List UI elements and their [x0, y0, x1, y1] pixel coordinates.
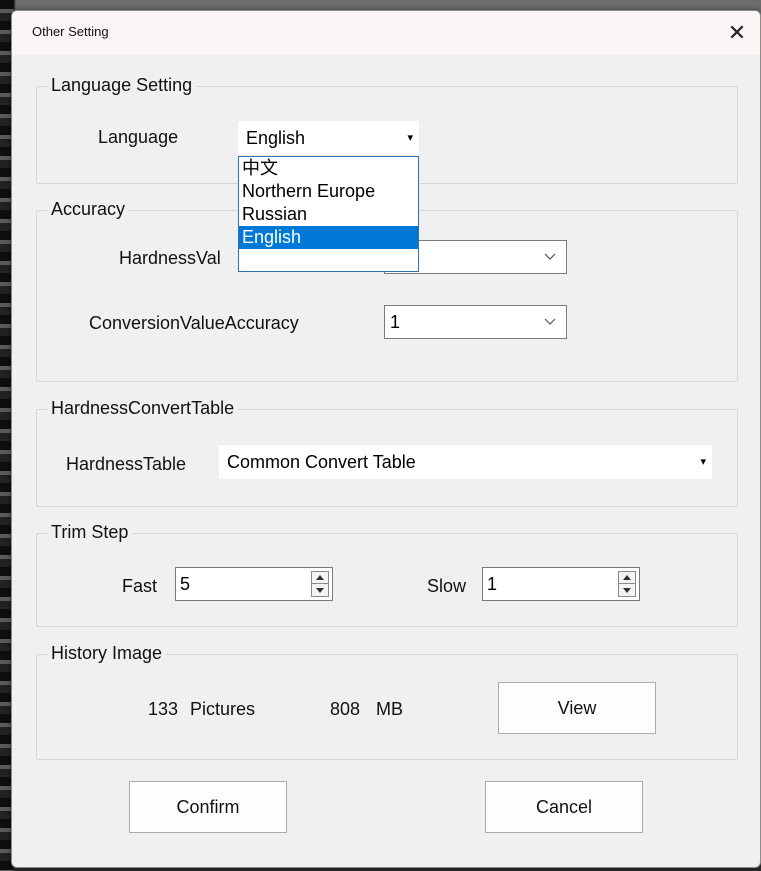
fast-step-spin-buttons	[311, 571, 329, 597]
title-bar: Other Setting ✕	[12, 11, 760, 55]
fast-label: Fast	[122, 576, 158, 596]
group-title-history-image: History Image	[47, 641, 167, 665]
slow-step-spinner[interactable]: 1	[482, 567, 640, 601]
slow-step-spin-buttons	[618, 571, 636, 597]
cancel-button[interactable]: Cancel	[485, 781, 643, 833]
language-option-northern-europe[interactable]: Northern Europe	[239, 180, 418, 203]
slow-label: Slow	[427, 576, 467, 596]
chevron-down-icon: ▾	[407, 132, 413, 144]
pictures-label: Pictures	[190, 699, 256, 719]
group-title-trim-step: Trim Step	[47, 520, 133, 544]
language-label: Language	[98, 127, 179, 147]
hardness-accuracy-label: HardnessVal	[119, 248, 221, 268]
other-setting-dialog: Other Setting ✕ Language Setting Languag…	[11, 10, 761, 868]
view-button-label: View	[557, 697, 597, 718]
window-title: Other Setting	[32, 24, 109, 39]
hardness-table-dropdown[interactable]: Common Convert Table ▾	[219, 445, 712, 479]
close-icon: ✕	[727, 20, 747, 46]
conversion-accuracy-value: 1	[390, 312, 401, 332]
hardness-table-selected-value: Common Convert Table	[227, 452, 416, 472]
history-size-value: 808	[330, 699, 361, 719]
group-title-language: Language Setting	[47, 73, 197, 97]
fast-step-spinner[interactable]: 5	[175, 567, 333, 601]
history-size-unit: MB	[376, 699, 403, 719]
chevron-down-icon	[540, 244, 560, 270]
spin-down-icon[interactable]	[619, 584, 635, 596]
language-option-russian[interactable]: Russian	[239, 203, 418, 226]
language-option-english[interactable]: English	[239, 226, 418, 249]
confirm-button-label: Confirm	[176, 796, 240, 817]
spin-up-icon[interactable]	[619, 572, 635, 584]
hardness-table-label: HardnessTable	[66, 454, 187, 474]
group-title-convert-table: HardnessConvertTable	[47, 396, 239, 420]
fast-step-value: 5	[180, 574, 191, 594]
conversion-accuracy-label: ConversionValueAccuracy	[89, 313, 299, 333]
close-button[interactable]: ✕	[714, 11, 760, 55]
view-history-button[interactable]: View	[498, 682, 656, 734]
confirm-button[interactable]: Confirm	[129, 781, 287, 833]
picture-count: 133	[148, 699, 179, 719]
spin-up-icon[interactable]	[312, 572, 328, 584]
language-option-chinese[interactable]: 中文	[239, 157, 418, 180]
cancel-button-label: Cancel	[535, 796, 593, 817]
group-title-accuracy: Accuracy	[47, 197, 130, 221]
language-dropdown[interactable]: English ▾	[238, 121, 419, 155]
slow-step-value: 1	[487, 574, 498, 594]
language-options-list: 中文 Northern Europe Russian English	[238, 156, 419, 272]
chevron-down-icon: ▾	[700, 456, 706, 468]
chevron-down-icon	[540, 309, 560, 335]
spin-down-icon[interactable]	[312, 584, 328, 596]
language-selected-value: English	[246, 128, 306, 148]
conversion-accuracy-select[interactable]: 1	[384, 305, 567, 339]
